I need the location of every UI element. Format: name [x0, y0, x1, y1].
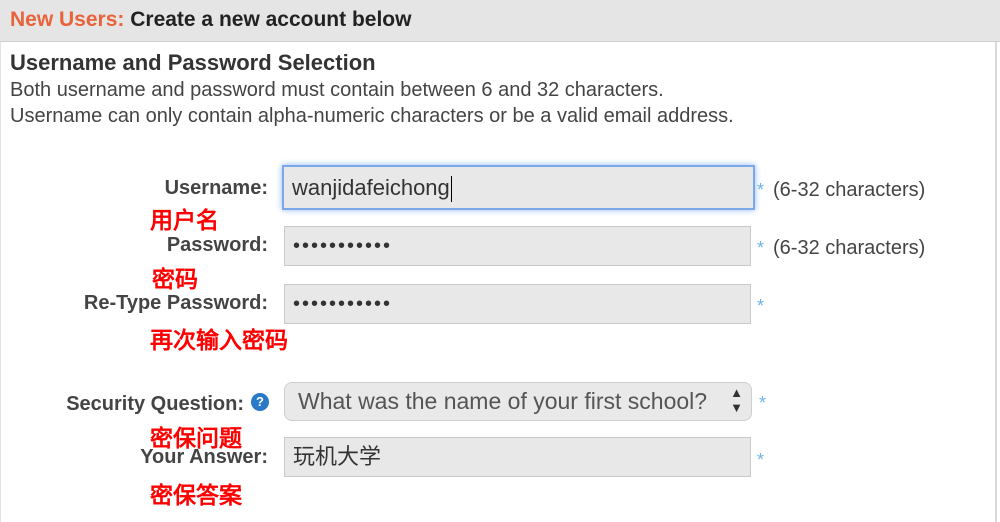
answer-label: Your Answer: [140, 446, 268, 468]
section-title: Username and Password Selection [10, 50, 376, 75]
security-question-select[interactable]: What was the name of your first school? … [284, 382, 752, 421]
password-value: ••••••••••• [293, 235, 393, 257]
password-label: Password: [166, 234, 268, 256]
section-description-line1: Both username and password must contain … [10, 79, 664, 101]
password-input[interactable]: ••••••••••• [284, 226, 751, 266]
page-header: New Users: Create a new account below [0, 0, 1000, 42]
retype-password-value: ••••••••••• [293, 293, 393, 315]
password-hint: (6-32 characters) [773, 237, 926, 259]
username-label: Username: [164, 177, 268, 199]
header-title-text: Create a new account below [124, 8, 412, 31]
required-mark: * [757, 450, 765, 470]
username-note: 用户名 [150, 207, 219, 233]
section-description-line2: Username can only contain alpha-numeric … [10, 105, 734, 127]
retype-password-label: Re-Type Password: [83, 292, 268, 314]
username-hint: (6-32 characters) [773, 179, 926, 201]
text-cursor [450, 176, 452, 203]
answer-input[interactable]: 玩机大学 [284, 437, 751, 477]
username-input[interactable]: wanjidafeichong [282, 165, 755, 210]
security-question-label: Security Question: [66, 393, 244, 415]
required-mark: * [759, 393, 767, 413]
retype-password-note: 再次输入密码 [150, 327, 288, 353]
header-title: New Users: Create a new account below [10, 8, 411, 32]
select-arrows-icon: ▲ ▼ [730, 385, 743, 415]
answer-value: 玩机大学 [293, 444, 382, 469]
required-mark: * [757, 296, 765, 316]
username-value: wanjidafeichong [292, 175, 450, 200]
required-mark: * [757, 180, 765, 200]
header-accent: New Users: [10, 8, 125, 31]
required-mark: * [757, 238, 765, 258]
retype-password-input[interactable]: ••••••••••• [284, 284, 751, 324]
password-note: 密码 [152, 266, 198, 292]
answer-note: 密保答案 [150, 482, 242, 508]
help-icon[interactable]: ? [251, 393, 269, 411]
security-question-value: What was the name of your first school? [298, 388, 708, 414]
